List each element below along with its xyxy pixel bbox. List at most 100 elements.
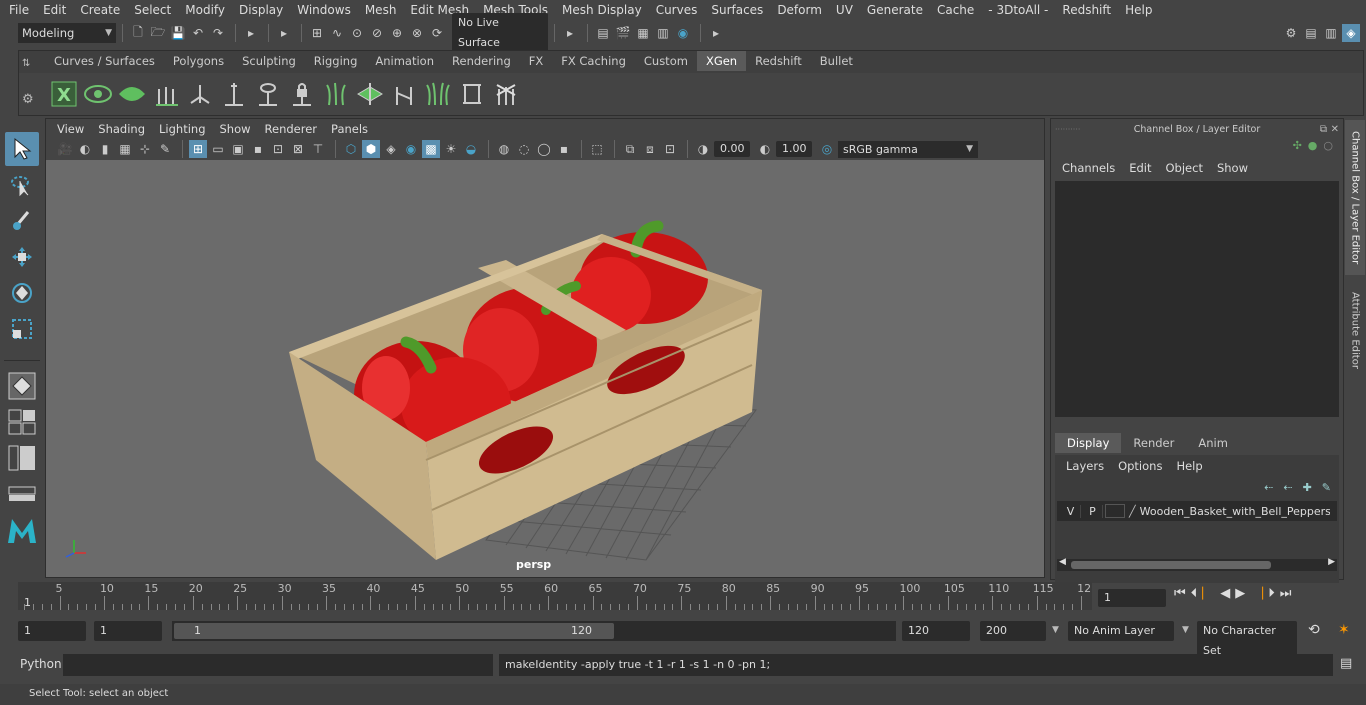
collapse-icon-2[interactable]: ▸ [275,24,293,42]
snap-icon[interactable]: ⟳ [428,24,446,42]
shelf-tab-fx-caching[interactable]: FX Caching [552,51,635,71]
viewport-menu-view[interactable]: View [50,119,91,139]
play-forwards-icon[interactable]: ▶ [1235,586,1245,601]
save-scene-icon[interactable]: 💾 [169,24,187,42]
menu-mesh[interactable]: Mesh [358,0,404,20]
four-view-layout-icon[interactable] [5,405,39,439]
layer-tab-anim[interactable]: Anim [1186,433,1240,453]
menu-file[interactable]: File [2,0,36,20]
rebuild-guides-icon[interactable] [423,79,453,109]
shelf-tab-sculpting[interactable]: Sculpting [233,51,305,71]
paint-select-tool-icon[interactable] [5,204,39,238]
viewport-menu-shading[interactable]: Shading [91,119,152,139]
open-scene-icon[interactable]: 🗁 [149,24,167,42]
snap-grid-icon[interactable]: ⊞ [308,24,326,42]
channel-menu-object[interactable]: Object [1159,158,1210,178]
new-scene-icon[interactable]: 🗋 [129,24,147,42]
time-slider[interactable]: 5 10 15 20 25 30 35 40 45 50 55 60 65 70 75 80 85 90 95 100… [18,582,1092,610]
layer-row[interactable]: V P ╱ Wooden_Basket_with_Bell_Peppers_C [1057,501,1337,521]
xray-icon[interactable]: ⧉ [621,140,639,158]
range-slider-bar[interactable]: 1 120 [174,623,614,639]
preferences-icon[interactable]: ✶ [1338,622,1350,638]
shelf-tab-fx[interactable]: FX [520,51,553,71]
move-guide-icon[interactable] [185,79,215,109]
viewport-menu-lighting[interactable]: Lighting [152,119,212,139]
channel-menu-channels[interactable]: Channels [1055,158,1122,178]
key-icon[interactable]: ⟲ [1308,622,1320,638]
menu-display[interactable]: Display [232,0,290,20]
field-chart-icon[interactable]: ⊡ [269,140,287,158]
lock-length-icon[interactable] [287,79,317,109]
move-tool-icon[interactable] [5,240,39,274]
playback-start-field[interactable]: 1 [94,621,162,641]
command-input[interactable] [63,654,493,676]
layer-playback-toggle[interactable]: P [1083,504,1103,518]
layer-tab-render[interactable]: Render [1121,433,1186,453]
xgen-leaf-icon[interactable] [117,79,147,109]
menu-curves[interactable]: Curves [649,0,705,20]
go-to-end-icon[interactable]: ⏭ [1280,586,1292,601]
rotate-tool-icon[interactable] [5,276,39,310]
chevron-down-icon[interactable]: ▼ [1182,625,1189,635]
layer-menu-layers[interactable]: Layers [1059,456,1111,476]
anim-layer-dropdown[interactable]: No Anim Layer [1068,621,1174,641]
resolution-gate-icon[interactable]: ▣ [229,140,247,158]
menu-redshift[interactable]: Redshift [1055,0,1118,20]
ambient-occlusion-icon[interactable]: ◍ [495,140,513,158]
go-to-start-icon[interactable]: ⏮ [1174,586,1186,601]
grease-pencil-icon[interactable]: ✎ [156,140,174,158]
menu-3dtoall[interactable]: - 3DtoAll - [981,0,1055,20]
shelf-gear-icon[interactable]: ⚙ [22,92,34,107]
undo-icon[interactable]: ↶ [189,24,207,42]
shelf-tab-animation[interactable]: Animation [366,51,443,71]
chevron-down-icon[interactable]: ▼ [1052,625,1059,635]
exposure-icon[interactable]: ◑ [694,140,712,158]
close-icon[interactable]: ✕ [1331,124,1339,135]
render-view-icon[interactable]: ▤ [594,24,612,42]
shadows-icon[interactable]: ◒ [462,140,480,158]
snap-point-icon[interactable]: ⊙ [348,24,366,42]
scroll-right-icon[interactable]: ▶ [1328,557,1335,567]
hypershade-icon[interactable]: ◉ [674,24,692,42]
shelf-arrows-icon[interactable]: ⇅ [22,58,30,69]
xgen-preview-icon[interactable] [83,79,113,109]
shelf-tab-rendering[interactable]: Rendering [443,51,520,71]
lasso-tool-icon[interactable] [5,168,39,202]
side-tab-attribute-editor[interactable]: Attribute Editor [1345,280,1365,380]
shelf-tab-curves-surfaces[interactable]: Curves / Surfaces [45,51,164,71]
side-tab-channel-box[interactable]: Channel Box / Layer Editor [1345,120,1365,275]
lights-icon[interactable]: ☀ [442,140,460,158]
workspace-icon[interactable]: ⚙ [1282,24,1300,42]
menu-help[interactable]: Help [1118,0,1159,20]
shelf-tab-custom[interactable]: Custom [635,51,697,71]
default-material-icon[interactable]: ◉ [402,140,420,158]
safe-action-icon[interactable]: ⊠ [289,140,307,158]
script-editor-icon[interactable]: ▤ [1340,656,1352,671]
current-frame-field[interactable]: 1 [1098,589,1166,607]
menu-uv[interactable]: UV [829,0,860,20]
playback-end-field[interactable]: 120 [902,621,970,641]
create-layer-icon[interactable]: ✚ [1303,481,1312,494]
mode-selector[interactable]: Modeling ▼ [18,23,116,43]
layer-tab-display[interactable]: Display [1055,433,1122,453]
layer-edit-icon[interactable]: ╱ [1129,505,1136,518]
sculpt-guides-icon[interactable] [321,79,351,109]
create-layer-selected-icon[interactable]: ✎ [1322,481,1331,494]
add-guide-icon[interactable] [151,79,181,109]
gate-mask-icon[interactable]: ▪ [249,140,267,158]
textured-icon[interactable]: ▩ [422,140,440,158]
anti-alias-icon[interactable]: ◯ [535,140,553,158]
channel-menu-show[interactable]: Show [1210,158,1255,178]
xray-joints-icon[interactable]: ⧈ [641,140,659,158]
gamma-icon[interactable]: ◐ [756,140,774,158]
lock-icon[interactable]: ○ [1323,139,1333,155]
play-backwards-icon[interactable]: ◀ [1220,586,1230,601]
snap-view-icon[interactable]: ⊘ [368,24,386,42]
step-back-key-icon[interactable]: ⎸ [1202,586,1215,601]
panel-grip-icon[interactable]: ·········· [1055,125,1080,134]
scroll-left-icon[interactable]: ◀ [1059,557,1066,567]
gamma-field[interactable]: 1.00 [776,141,812,157]
guide-plane-icon[interactable] [355,79,385,109]
wireframe-icon[interactable]: ⬡ [342,140,360,158]
visibility-icon[interactable]: ● [1308,139,1318,155]
